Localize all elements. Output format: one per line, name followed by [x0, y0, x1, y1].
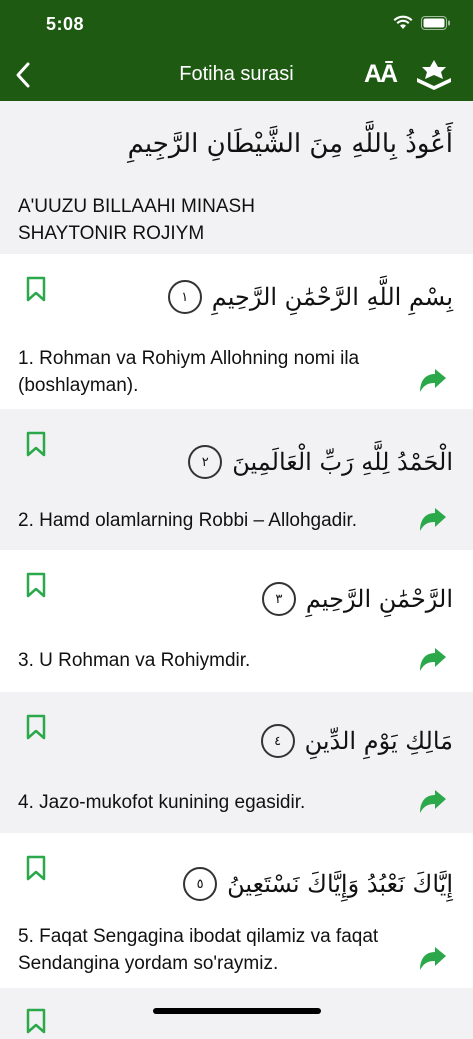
- istiadha-block: أَعُوذُ بِاللَّهِ مِنَ الشَّيْطَانِ الرَ…: [0, 101, 473, 254]
- verse-translation: 5. Faqat Sengagina ibodat qilamiz va faq…: [18, 926, 379, 974]
- ayah-number-marker: ٥: [183, 867, 218, 901]
- verse-4: مَالِكِ يَوْمِ الدِّينِ ٤ 4. Jazo-mukofo…: [0, 692, 473, 833]
- verse-translation: 4. Jazo-mukofot kunining egasidir.: [18, 792, 306, 813]
- bookmark-icon[interactable]: [26, 276, 46, 302]
- surah-content: أَعُوذُ بِاللَّهِ مِنَ الشَّيْطَانِ الرَ…: [0, 101, 473, 1034]
- battery-icon: [421, 15, 451, 30]
- verse-1: بِسْمِ اللَّهِ الرَّحْمَٰنِ الرَّحِيمِ ١…: [0, 254, 473, 409]
- verse-arabic-text: الْحَمْدُ لِلَّهِ رَبِّ الْعَالَمِينَ: [232, 448, 453, 476]
- bookmark-icon[interactable]: [26, 1008, 46, 1034]
- bookmark-icon[interactable]: [26, 714, 46, 740]
- verse-5: إِيَّاكَ نَعْبُدُ وَإِيَّاكَ نَسْتَعِينُ…: [0, 833, 473, 988]
- verse-arabic-text: مَالِكِ يَوْمِ الدِّينِ: [304, 727, 453, 755]
- status-time: 5:08: [46, 14, 85, 34]
- verse-arabic: الْحَمْدُ لِلَّهِ رَبِّ الْعَالَمِينَ ٢: [188, 445, 453, 479]
- verse-translation: 2. Hamd olamlarning Robbi – Allohgadir.: [18, 510, 358, 531]
- ayah-number-marker: ٣: [261, 582, 296, 616]
- font-size-button[interactable]: AĀ: [364, 60, 400, 90]
- bookmark-icon[interactable]: [26, 572, 46, 598]
- verse-translation: 1. Rohman va Rohiym Allohning nomi ila (…: [18, 348, 360, 396]
- verse-translation: 3. U Rohman va Rohiymdir.: [18, 650, 251, 671]
- verse-arabic: بِسْمِ اللَّهِ الرَّحْمَٰنِ الرَّحِيمِ ١: [167, 280, 453, 314]
- verse-arabic-text: إِيَّاكَ نَعْبُدُ وَإِيَّاكَ نَسْتَعِينُ: [227, 870, 453, 898]
- quran-book-button[interactable]: [414, 58, 454, 92]
- ayah-number-marker: ٤: [260, 724, 295, 758]
- share-icon[interactable]: [418, 789, 448, 815]
- bookmark-icon[interactable]: [26, 431, 46, 457]
- ayah-number-marker: ٢: [188, 445, 223, 479]
- nav-header: 5:08 Fotiha surasi AĀ: [0, 0, 473, 101]
- istiadha-arabic: أَعُوذُ بِاللَّهِ مِنَ الشَّيْطَانِ الرَ…: [127, 129, 453, 159]
- quran-book-icon: [417, 60, 451, 90]
- verse-3: الرَّحْمَٰنِ الرَّحِيمِ ٣ 3. U Rohman va…: [0, 550, 473, 692]
- verse-arabic: إِيَّاكَ نَعْبُدُ وَإِيَّاكَ نَسْتَعِينُ…: [183, 867, 453, 901]
- share-icon[interactable]: [418, 368, 448, 394]
- bookmark-icon[interactable]: [26, 855, 46, 881]
- share-icon[interactable]: [418, 946, 448, 972]
- wifi-icon: [393, 15, 413, 30]
- verse-2: الْحَمْدُ لِلَّهِ رَبِّ الْعَالَمِينَ ٢ …: [0, 409, 473, 550]
- share-icon[interactable]: [418, 647, 448, 673]
- ayah-number-marker: ١: [167, 280, 202, 314]
- page-title: Fotiha surasi: [179, 63, 294, 85]
- home-indicator[interactable]: [153, 1008, 321, 1014]
- verse-arabic-text: بِسْمِ اللَّهِ الرَّحْمَٰنِ الرَّحِيمِ: [211, 283, 453, 311]
- istiadha-transliteration: A'UUZU BILLAAHI MINASH SHAYTONIR ROJIYM: [18, 196, 255, 244]
- verse-arabic-text: الرَّحْمَٰنِ الرَّحِيمِ: [305, 585, 453, 613]
- verse-arabic: مَالِكِ يَوْمِ الدِّينِ ٤: [260, 724, 453, 758]
- verse-arabic: الرَّحْمَٰنِ الرَّحِيمِ ٣: [261, 582, 453, 616]
- status-icons: [393, 15, 451, 30]
- share-icon[interactable]: [418, 507, 448, 533]
